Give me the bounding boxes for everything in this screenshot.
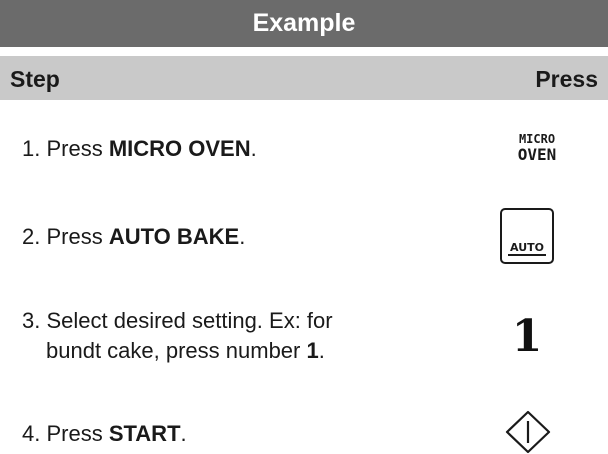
step-4-prefix: 4. Press <box>22 421 109 446</box>
step-1-prefix: 1. Press <box>22 136 109 161</box>
micro-oven-label: MICRO OVEN <box>518 132 557 164</box>
number-1-label: 1 <box>511 310 543 362</box>
start-diamond-icon <box>505 410 551 454</box>
auto-label: AUTO <box>510 241 544 254</box>
micro-oven-button: MICRO OVEN <box>492 123 582 173</box>
step-4-text: 4. Press START. <box>22 419 187 449</box>
auto-underline <box>508 254 546 256</box>
step-3-text: 3. Select desired setting. Ex: for bundt… <box>22 306 333 366</box>
step-3-bold: 1 <box>306 338 319 363</box>
step-2-prefix: 2. Press <box>22 224 109 249</box>
title-text: Example <box>252 9 356 37</box>
step-2-text: 2. Press AUTO BAKE. <box>22 222 245 252</box>
step-1-bold: MICRO OVEN <box>108 136 251 161</box>
step-4-suffix: . <box>180 421 187 446</box>
step-3-line2: bundt cake, press number 1. <box>22 336 333 366</box>
step-2-bold: AUTO BAKE <box>108 224 240 249</box>
table-header: Step Press <box>0 56 608 100</box>
step-3-line1: 3. Select desired setting. Ex: for <box>22 308 333 333</box>
example-title: Example <box>0 0 608 47</box>
start-button <box>500 410 556 454</box>
step-3-line2-prefix: bundt cake, press number <box>46 338 307 363</box>
step-3-suffix: . <box>318 338 325 363</box>
header-press: Press <box>535 66 598 92</box>
step-2-suffix: . <box>239 224 246 249</box>
number-1-button: 1 <box>497 306 557 366</box>
auto-bake-button: AUTO <box>497 206 557 266</box>
header-step: Step <box>10 66 60 92</box>
micro-line1: MICRO <box>518 132 556 146</box>
micro-line2: OVEN <box>517 145 557 164</box>
step-1-text: 1. Press MICRO OVEN. <box>22 134 257 164</box>
step-1-suffix: . <box>250 136 257 161</box>
step-4-bold: START <box>108 421 181 446</box>
auto-key: AUTO <box>500 208 554 264</box>
